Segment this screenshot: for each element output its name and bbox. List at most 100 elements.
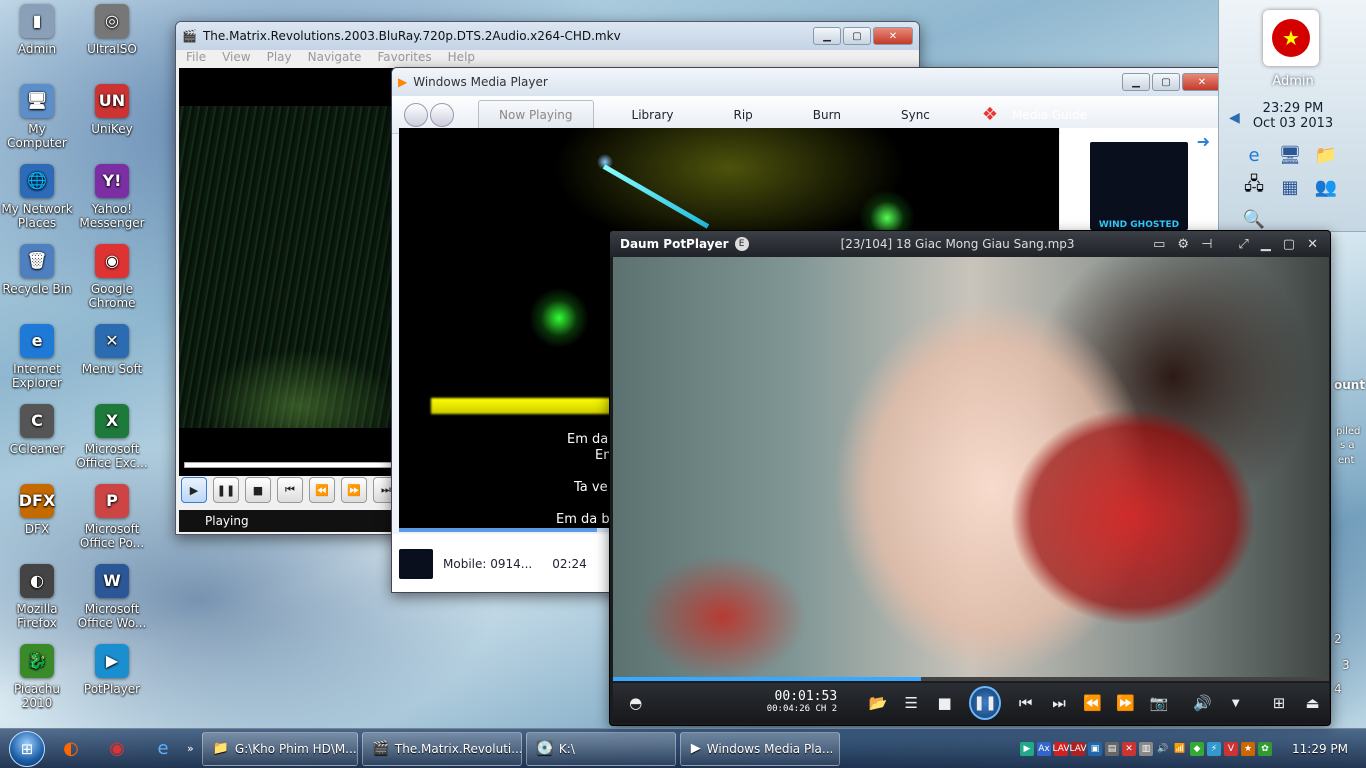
desktop-icon[interactable]: DFX DFX [0,484,74,536]
desktop-icon[interactable]: 🐉 Picachu 2010 [0,644,74,710]
desktop-icon[interactable]: Y! Yahoo! Messenger [75,164,149,230]
eject-icon[interactable]: ⏏ [1296,694,1329,712]
firefox-icon[interactable]: ◐ [51,732,91,766]
network-icon[interactable]: 🖧 [1239,174,1269,200]
tab-burn[interactable]: Burn [793,100,861,130]
tray-icon[interactable]: ✿ [1258,741,1272,756]
rewind-button[interactable]: ⏪ [1076,694,1109,712]
menu-item-view[interactable]: View [222,50,250,68]
chevron-down-icon[interactable]: ▼ [1219,698,1252,709]
next-button[interactable]: ⏭ [1042,694,1075,712]
start-button[interactable]: ⊞ [9,730,45,767]
open-folder-icon[interactable]: 📂 [861,694,894,712]
mpc-control-button[interactable]: ▶ [181,477,207,503]
overflow-chevron-icon[interactable]: » [187,742,194,755]
previous-button[interactable]: ⏮ [1009,694,1042,712]
desktop-icon[interactable]: ◐ Mozilla Firefox [0,564,74,630]
mpc-control-button[interactable]: ⏮ [277,477,303,503]
tray-icon[interactable]: ◆ [1190,741,1204,756]
desktop-icon[interactable]: UN UniKey [75,84,149,136]
desktop-icon[interactable]: 🖥 My Computer [0,84,74,150]
ie-icon[interactable]: e [143,732,183,766]
close-button[interactable]: ✕ [1307,237,1318,252]
screenshot-icon[interactable]: ▭ [1153,237,1165,252]
forward-button[interactable] [430,102,454,127]
stop-button[interactable]: ■ [928,694,961,712]
menu-item-navigate[interactable]: Navigate [308,50,362,68]
tray-icon[interactable]: V [1224,741,1238,756]
maximize-button[interactable]: ▢ [843,27,871,45]
minimize-button[interactable]: ▁ [1122,73,1150,91]
menu-item-file[interactable]: File [186,50,206,68]
tray-icon[interactable]: LAV [1070,741,1086,756]
taskbar-button[interactable]: 📁 G:\Kho Phim HD\M... [201,731,358,766]
monitor-icon[interactable]: 🖥 [1275,142,1305,168]
desktop-icon[interactable]: ▶ PotPlayer [75,644,149,696]
gear-icon[interactable]: ⚙ [1177,237,1189,252]
pin-icon[interactable]: ⊣ [1201,237,1212,252]
tab-library[interactable]: Library [612,100,694,130]
desktop-icon[interactable]: ✕ Menu Soft [75,324,149,376]
camera-icon[interactable]: 📷 [1142,694,1175,712]
minimize-button[interactable]: ▁ [813,27,841,45]
taskbar-clock[interactable]: 11:29 PM [1292,742,1348,756]
tray-icon[interactable]: ▥ [1139,741,1153,756]
back-button[interactable] [404,102,428,127]
menu-item-favorites[interactable]: Favorites [377,50,431,68]
equalizer-icon[interactable]: ⊞ [1262,694,1295,712]
wmp-titlebar[interactable]: ▶ Windows Media Player ▁ ▢ ✕ [392,68,1228,96]
mpc-control-button[interactable]: ■ [245,477,271,503]
desktop-icon[interactable]: C CCleaner [0,404,74,456]
maximize-button[interactable]: ▢ [1152,73,1180,91]
tray-icon[interactable]: LAV [1053,741,1069,756]
avatar[interactable]: ★ [1263,10,1319,66]
tray-icon[interactable]: ▶ [1020,741,1034,756]
menu-item-play[interactable]: Play [267,50,292,68]
tray-icon[interactable]: ▣ [1088,741,1102,756]
potplayer-window[interactable]: Daum PotPlayer E [23/104] 18 Giac Mong G… [609,230,1331,726]
fullscreen-icon[interactable]: ⤢ [1238,237,1248,252]
volume-tray-icon[interactable]: 🔊 [1156,742,1170,756]
mpc-control-button[interactable]: ❚❚ [213,477,239,503]
disc-icon[interactable]: ◓ [619,694,652,712]
desktop-icon[interactable]: P Microsoft Office Po... [75,484,149,550]
mpc-control-button[interactable]: ⏪ [309,477,335,503]
arrow-right-icon[interactable]: ➜ [1197,132,1210,151]
desktop-icon[interactable]: ◉ Google Chrome [75,244,149,310]
playlist-icon[interactable]: ☰ [895,694,928,712]
tray-icon[interactable]: ★ [1241,741,1255,756]
pot-titlebar[interactable]: Daum PotPlayer E [23/104] 18 Giac Mong G… [610,231,1330,257]
tray-icon[interactable]: ▤ [1105,741,1119,756]
tab-now-playing[interactable]: Now Playing [478,99,594,130]
ie-icon[interactable]: e [1239,142,1269,168]
search-icon[interactable]: 🔍 [1239,206,1269,232]
volume-icon[interactable]: 🔊 [1186,694,1219,712]
pause-button[interactable]: ❚❚ [969,686,1001,720]
desktop-icon[interactable]: X Microsoft Office Exc... [75,404,149,470]
tray-icon[interactable]: Ax [1037,741,1051,756]
menu-item-help[interactable]: Help [448,50,475,68]
window-icon[interactable]: ▦ [1275,174,1305,200]
desktop-icon[interactable]: W Microsoft Office Wo... [75,564,149,630]
tray-icon[interactable]: ✕ [1122,741,1136,756]
tab-rip[interactable]: Rip [714,100,773,130]
folder-icon[interactable]: 📁 [1311,142,1341,168]
desktop-icon[interactable]: e Internet Explorer [0,324,74,390]
taskbar-button[interactable]: ▶ Windows Media Pla... [679,731,840,766]
mpc-titlebar[interactable]: 🎬 The.Matrix.Revolutions.2003.BluRay.720… [176,22,919,50]
tab-media-guide[interactable]: Media Guide [998,100,1107,130]
mpc-control-button[interactable]: ⏩ [341,477,367,503]
close-button[interactable]: ✕ [873,27,913,45]
users-icon[interactable]: 👥 [1311,174,1341,200]
pot-seek-bar[interactable] [613,677,1329,681]
desktop-icon[interactable]: 🌐 My Network Places [0,164,74,230]
desktop-icon[interactable]: 🗑 Recycle Bin [0,244,74,296]
taskbar-button[interactable]: 🎬 The.Matrix.Revoluti... [361,731,522,766]
pot-video-area[interactable] [613,257,1329,677]
close-button[interactable]: ✕ [1182,73,1222,91]
taskbar-button[interactable]: 💽 K:\ [525,731,676,766]
desktop-icon[interactable]: ◎ UltraISO [75,4,149,56]
maximize-button[interactable]: ▢ [1283,237,1295,252]
tab-sync[interactable]: Sync [881,100,950,130]
forward-button[interactable]: ⏩ [1109,694,1142,712]
